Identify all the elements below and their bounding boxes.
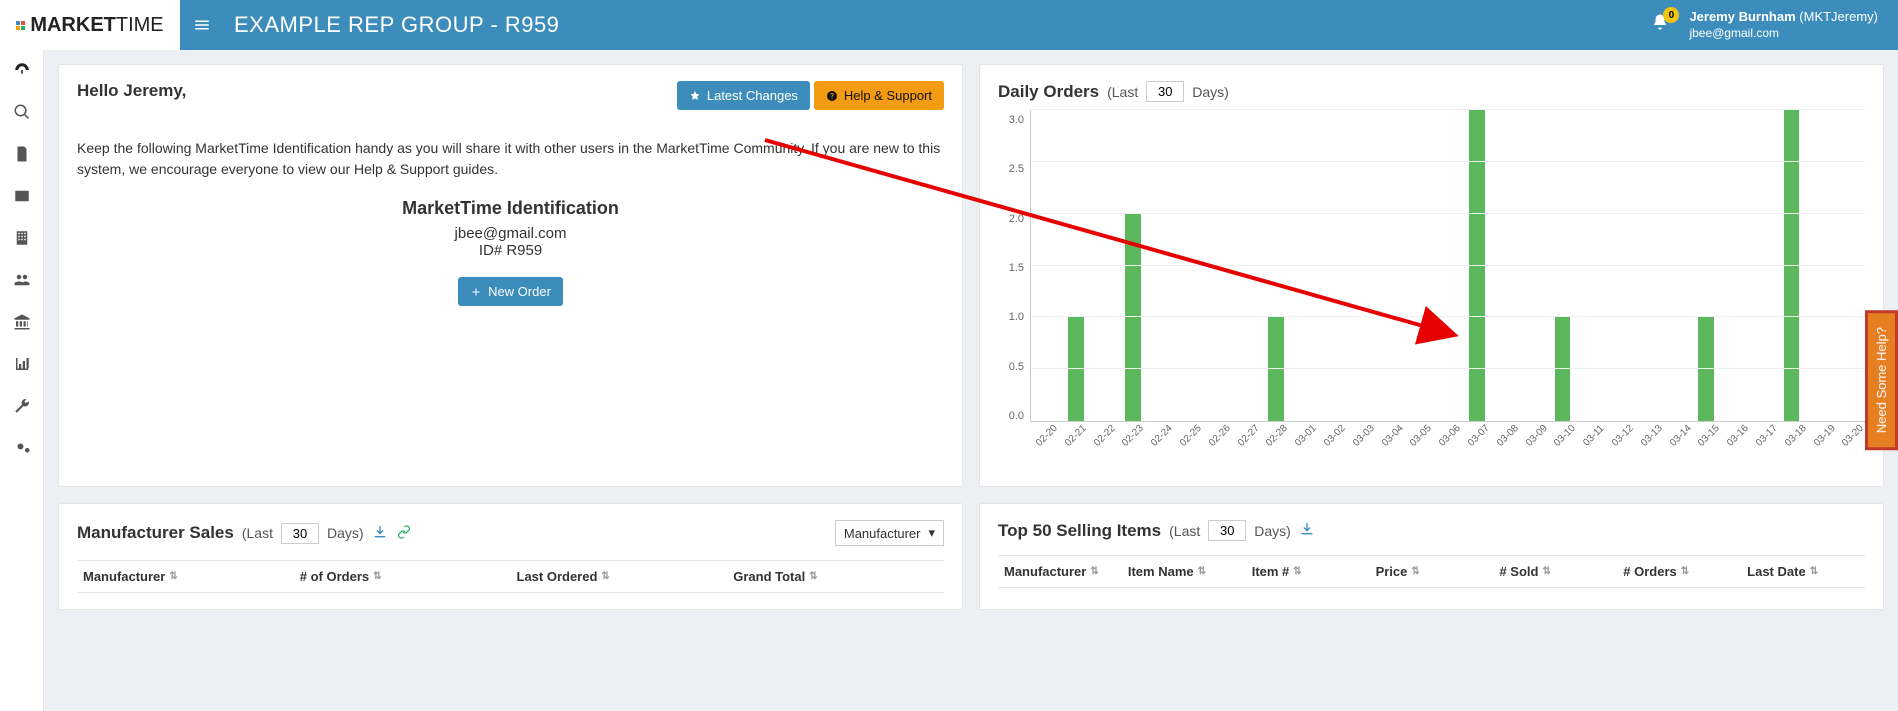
mfr-sales-days-input[interactable]	[281, 523, 319, 544]
table-column-header[interactable]: # Orders⇅	[1617, 556, 1741, 587]
top-items-sub-suffix: Days)	[1254, 523, 1291, 539]
identification-number: ID# R959	[77, 242, 944, 259]
help-support-label: Help & Support	[844, 88, 932, 103]
chart-bar[interactable]	[1469, 110, 1485, 421]
user-menu[interactable]: Jeremy Burnham (MKTJeremy) jbee@gmail.co…	[1689, 9, 1878, 41]
chart-bar[interactable]	[1268, 317, 1284, 421]
page-content: Hello Jeremy, Latest Changes Help & Supp…	[44, 50, 1898, 624]
table-column-header[interactable]: Item #⇅	[1246, 556, 1370, 587]
chart-yaxis: 3.02.52.01.51.00.50.0	[998, 110, 1030, 470]
menu-toggle-button[interactable]	[180, 16, 224, 34]
top-items-table-header: Manufacturer⇅Item Name⇅Item #⇅Price⇅# So…	[998, 555, 1865, 588]
new-order-label: New Order	[488, 284, 551, 299]
welcome-body: Keep the following MarketTime Identifica…	[77, 138, 944, 180]
chart-bar[interactable]	[1555, 317, 1571, 421]
top-bar: MARKETTIME EXAMPLE REP GROUP - R959 0 Je…	[0, 0, 1898, 50]
daily-orders-sub-suffix: Days)	[1192, 84, 1229, 100]
chart-xaxis: 02-2002-2102-2202-2302-2402-2502-2602-27…	[1030, 422, 1865, 470]
chart-bar[interactable]	[1698, 317, 1714, 421]
table-column-header[interactable]: Grand Total⇅	[727, 561, 944, 592]
latest-changes-label: Latest Changes	[707, 88, 798, 103]
manufacturer-select[interactable]: Manufacturer ▾	[835, 520, 944, 546]
hello-text: Hello Jeremy,	[77, 81, 186, 101]
nav-card-icon[interactable]	[12, 186, 32, 206]
chart-bar[interactable]	[1784, 110, 1800, 421]
nav-bank-icon[interactable]	[12, 312, 32, 332]
nav-building-icon[interactable]	[12, 228, 32, 248]
table-column-header[interactable]: Manufacturer⇅	[998, 556, 1122, 587]
brand-prefix: MARKET	[30, 14, 116, 36]
nav-gears-icon[interactable]	[12, 438, 32, 458]
chevron-down-icon: ▾	[928, 525, 935, 541]
download-icon[interactable]	[372, 524, 388, 543]
user-alias: (MKTJeremy)	[1799, 9, 1878, 24]
daily-orders-title: Daily Orders	[998, 82, 1099, 102]
notifications-button[interactable]: 0	[1651, 13, 1669, 36]
table-column-header[interactable]: Last Ordered⇅	[511, 561, 728, 592]
need-help-tab[interactable]: Need Some Help?	[1865, 310, 1898, 450]
top-items-days-input[interactable]	[1208, 520, 1246, 541]
table-column-header[interactable]: Item Name⇅	[1122, 556, 1246, 587]
mfr-sales-sub-suffix: Days)	[327, 525, 364, 541]
chart-bars	[1031, 110, 1865, 421]
nav-search-icon[interactable]	[12, 102, 32, 122]
top-items-panel: Top 50 Selling Items (Last Days) Manufac…	[979, 503, 1884, 610]
top-items-sub-prefix: (Last	[1169, 523, 1200, 539]
notification-count-badge: 0	[1663, 7, 1679, 23]
daily-orders-panel: Daily Orders (Last Days) 3.02.52.01.51.0…	[979, 64, 1884, 487]
table-column-header[interactable]: # of Orders⇅	[294, 561, 511, 592]
user-name: Jeremy Burnham	[1689, 9, 1795, 24]
nav-wrench-icon[interactable]	[12, 396, 32, 416]
download-icon[interactable]	[1299, 521, 1315, 540]
new-order-button[interactable]: New Order	[458, 277, 563, 306]
rep-group-title: EXAMPLE REP GROUP - R959	[234, 12, 559, 38]
nav-users-icon[interactable]	[12, 270, 32, 290]
nav-chart-icon[interactable]	[12, 354, 32, 374]
manufacturer-sales-panel: Manufacturer Sales (Last Days) Manufactu…	[58, 503, 963, 610]
welcome-panel: Hello Jeremy, Latest Changes Help & Supp…	[58, 64, 963, 487]
daily-orders-chart: 3.02.52.01.51.00.50.0 02-2002-2102-2202-…	[998, 110, 1865, 470]
help-support-button[interactable]: Help & Support	[814, 81, 944, 110]
mfr-sales-title: Manufacturer Sales	[77, 523, 234, 543]
table-column-header[interactable]: Price⇅	[1370, 556, 1494, 587]
logo-dots-icon	[16, 21, 25, 30]
table-column-header[interactable]: Last Date⇅	[1741, 556, 1865, 587]
chart-plot-area	[1030, 110, 1865, 422]
brand-logo[interactable]: MARKETTIME	[0, 0, 180, 50]
identification-email: jbee@gmail.com	[77, 225, 944, 242]
table-column-header[interactable]: # Sold⇅	[1493, 556, 1617, 587]
daily-orders-sub-prefix: (Last	[1107, 84, 1138, 100]
brand-suffix: TIME	[116, 14, 164, 36]
left-sidebar	[0, 50, 44, 711]
chart-bar[interactable]	[1068, 317, 1084, 421]
nav-document-icon[interactable]	[12, 144, 32, 164]
table-column-header[interactable]: Manufacturer⇅	[77, 561, 294, 592]
mfr-sales-table-header: Manufacturer⇅# of Orders⇅Last Ordered⇅Gr…	[77, 560, 944, 593]
top-items-title: Top 50 Selling Items	[998, 521, 1161, 541]
link-icon[interactable]	[396, 524, 412, 543]
daily-orders-days-input[interactable]	[1146, 81, 1184, 102]
identification-title: MarketTime Identification	[77, 198, 944, 219]
nav-dashboard-icon[interactable]	[12, 60, 32, 80]
mfr-sales-sub-prefix: (Last	[242, 525, 273, 541]
user-email: jbee@gmail.com	[1689, 26, 1878, 42]
latest-changes-button[interactable]: Latest Changes	[677, 81, 810, 110]
manufacturer-select-label: Manufacturer	[844, 526, 921, 541]
